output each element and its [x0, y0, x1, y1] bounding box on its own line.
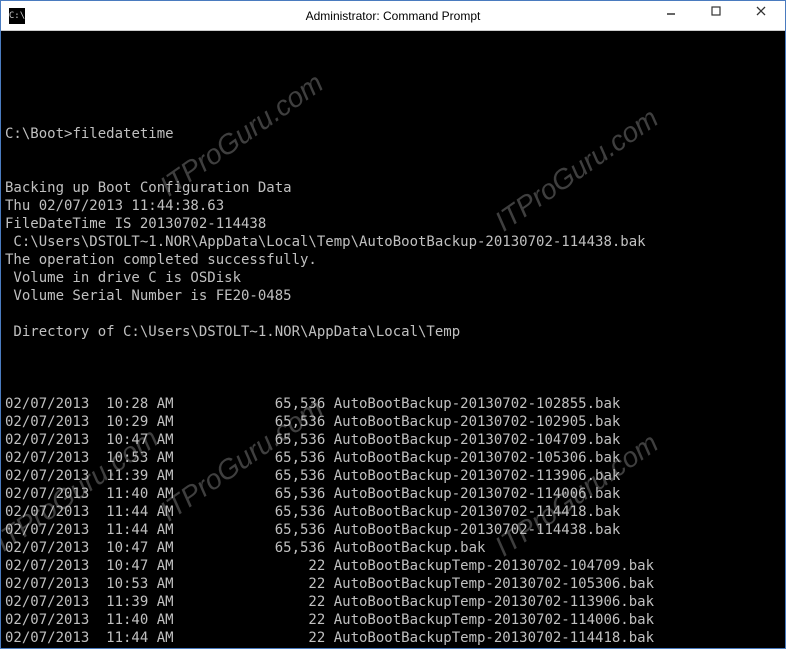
command-line: C:\Boot>filedatetime [5, 125, 781, 143]
maximize-button[interactable] [693, 1, 738, 21]
file-row: 02/07/2013 11:40 AM 65,536 AutoBootBacku… [5, 485, 781, 503]
output-line: FileDateTime IS 20130702-114438 [5, 215, 781, 233]
window-controls [648, 1, 783, 21]
file-row: 02/07/2013 10:53 AM 65,536 AutoBootBacku… [5, 449, 781, 467]
output-line [5, 341, 781, 359]
output-line: Thu 02/07/2013 11:44:38.63 [5, 197, 781, 215]
file-row: 02/07/2013 11:44 AM 22 AutoBootBackupTem… [5, 629, 781, 647]
prompt: C:\Boot> [5, 126, 72, 142]
output-line: Volume Serial Number is FE20-0485 [5, 287, 781, 305]
blank-line [5, 71, 781, 89]
output-line: Volume in drive C is OSDisk [5, 269, 781, 287]
file-row: 02/07/2013 10:28 AM 65,536 AutoBootBacku… [5, 395, 781, 413]
file-row: 02/07/2013 10:47 AM 65,536 AutoBootBacku… [5, 539, 781, 557]
output-line: The operation completed successfully. [5, 251, 781, 269]
output-line [5, 305, 781, 323]
output-line: C:\Users\DSTOLT~1.NOR\AppData\Local\Temp… [5, 233, 781, 251]
output-line: Directory of C:\Users\DSTOLT~1.NOR\AppDa… [5, 323, 781, 341]
file-row: 02/07/2013 11:40 AM 22 AutoBootBackupTem… [5, 611, 781, 629]
file-row: 02/07/2013 11:44 AM 65,536 AutoBootBacku… [5, 521, 781, 539]
file-row: 02/07/2013 11:39 AM 22 AutoBootBackupTem… [5, 593, 781, 611]
minimize-button[interactable] [648, 1, 693, 21]
cmd-icon: C:\ [9, 8, 25, 24]
title-bar[interactable]: C:\ Administrator: Command Prompt [1, 1, 785, 31]
file-row: 02/07/2013 10:29 AM 65,536 AutoBootBacku… [5, 413, 781, 431]
file-row: 02/07/2013 11:44 AM 65,536 AutoBootBacku… [5, 503, 781, 521]
close-button[interactable] [738, 1, 783, 21]
window-frame: C:\ Administrator: Command Prompt C:\Boo… [0, 0, 786, 649]
typed-command: filedatetime [72, 126, 173, 142]
file-row: 02/07/2013 11:44 AM 22 AutoBootBackupTem… [5, 647, 781, 648]
file-row: 02/07/2013 10:47 AM 65,536 AutoBootBacku… [5, 431, 781, 449]
output-line: Backing up Boot Configuration Data [5, 179, 781, 197]
file-row: 02/07/2013 11:39 AM 65,536 AutoBootBacku… [5, 467, 781, 485]
terminal-area[interactable]: C:\Boot>filedatetime Backing up Boot Con… [1, 31, 785, 648]
file-row: 02/07/2013 10:53 AM 22 AutoBootBackupTem… [5, 575, 781, 593]
file-row: 02/07/2013 10:47 AM 22 AutoBootBackupTem… [5, 557, 781, 575]
